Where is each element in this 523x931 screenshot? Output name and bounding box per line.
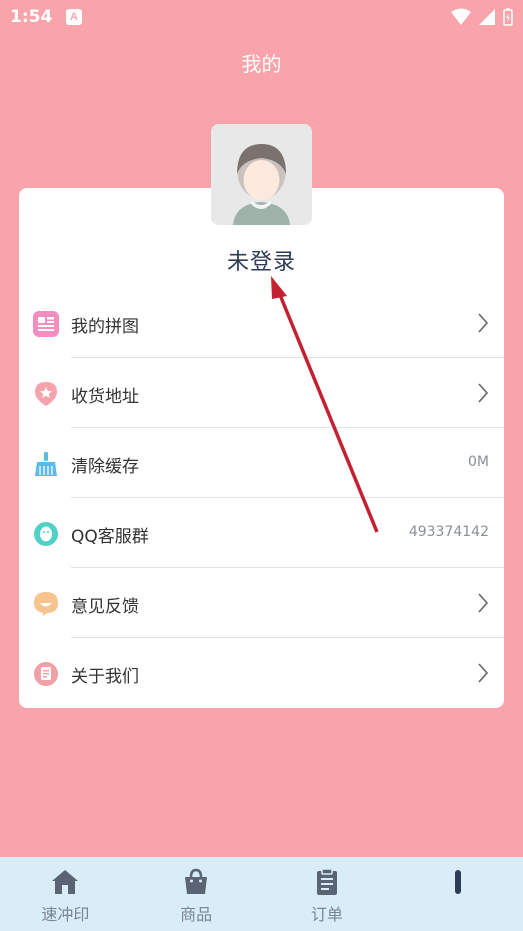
menu-item-label: 清除缓存 — [71, 457, 139, 477]
status-bar: 1:54 A — [0, 0, 523, 36]
tab-profile[interactable] — [392, 857, 523, 931]
broom-icon — [35, 452, 57, 476]
home-icon — [52, 870, 79, 894]
menu-item-label: 关于我们 — [71, 667, 139, 687]
tab-label: 速冲印 — [41, 905, 90, 924]
menu-item-my-puzzles[interactable]: 我的拼图 — [19, 288, 504, 358]
signal-icon — [479, 9, 495, 25]
menu-item-label: QQ客服群 — [71, 527, 149, 547]
bag-icon — [185, 868, 208, 894]
tab-label: 商品 — [180, 905, 213, 924]
menu-item-clear-cache[interactable]: 清除缓存 0M — [19, 428, 504, 498]
qq-group-number: 493374142 — [408, 524, 489, 540]
menu-item-label: 我的拼图 — [71, 317, 139, 337]
bottom-navigation: 速冲印 商品 订单 — [0, 857, 523, 931]
tab-products[interactable]: 商品 — [131, 857, 262, 931]
login-status[interactable]: 未登录 — [19, 244, 504, 276]
avatar-person-icon — [211, 124, 312, 225]
status-time: 1:54 — [10, 7, 53, 27]
menu-item-qq-group[interactable]: QQ客服群 493374142 — [19, 498, 504, 568]
menu-item-label: 收货地址 — [71, 387, 139, 407]
smiley-chat-icon — [34, 592, 58, 616]
info-doc-icon — [34, 662, 58, 686]
page-title: 我的 — [241, 52, 282, 76]
profile-icon — [454, 870, 461, 894]
chevron-right-icon — [478, 663, 489, 683]
qq-icon — [34, 522, 58, 546]
menu-item-shipping-address[interactable]: 收货地址 — [19, 358, 504, 428]
settings-menu: 我的拼图 收货地址 清除缓存 0M QQ客服群 493374142 意见反馈 关… — [19, 288, 504, 708]
chevron-right-icon — [478, 383, 489, 403]
avatar[interactable] — [211, 124, 312, 225]
clipboard-icon — [316, 868, 337, 895]
battery-icon — [503, 8, 513, 26]
tab-orders[interactable]: 订单 — [262, 857, 393, 931]
cache-size-value: 0M — [468, 454, 489, 470]
chevron-right-icon — [478, 593, 489, 613]
chevron-right-icon — [478, 313, 489, 333]
menu-item-feedback[interactable]: 意见反馈 — [19, 568, 504, 638]
puzzle-grid-icon — [33, 311, 59, 337]
wifi-icon — [451, 8, 471, 25]
notification-icon: A — [66, 9, 82, 25]
tab-quick-print[interactable]: 速冲印 — [0, 857, 131, 931]
tab-label: 订单 — [310, 905, 343, 924]
location-pin-icon — [35, 382, 57, 406]
menu-item-about-us[interactable]: 关于我们 — [19, 638, 504, 708]
menu-item-label: 意见反馈 — [71, 597, 139, 617]
system-icons — [451, 8, 513, 26]
